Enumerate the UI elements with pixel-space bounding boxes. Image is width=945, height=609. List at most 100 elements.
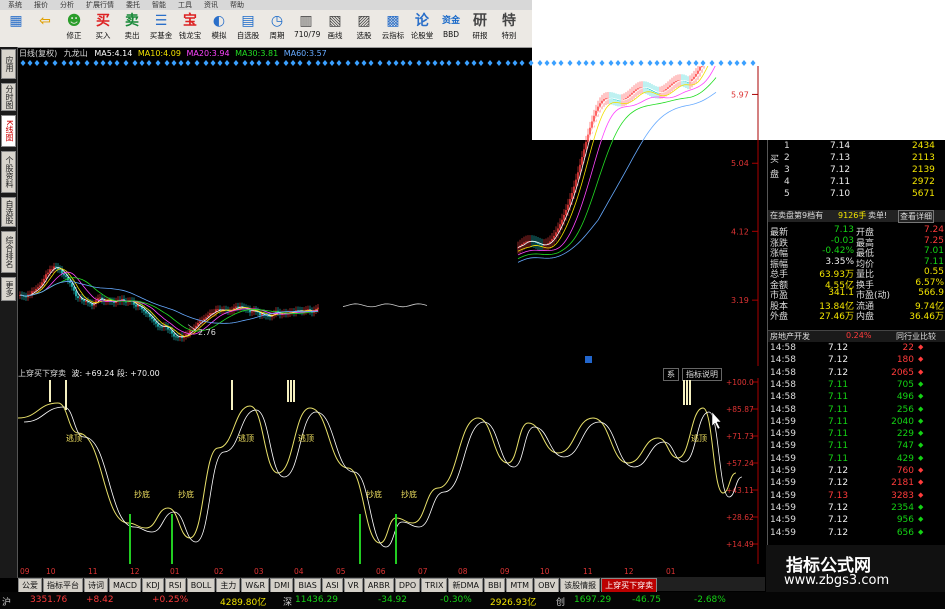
kline-chart[interactable]: 5.97 5.04 4.12 3.19 2.76: [18, 66, 765, 366]
side-tab[interactable]: 综合排名: [1, 231, 16, 273]
indicator-tab[interactable]: DPO: [394, 578, 421, 593]
toolbar-button[interactable]: ▦: [4, 12, 28, 45]
x-axis-label: 01: [170, 567, 180, 576]
candle-body: [579, 164, 581, 173]
arrow-down-icon: ◆: [918, 515, 924, 524]
side-tab[interactable]: 更多: [1, 277, 16, 301]
menu-item[interactable]: 工具: [178, 0, 192, 10]
toolbar-button[interactable]: 论论股堂: [410, 12, 434, 45]
indicator-tab[interactable]: 上穿买下穿卖: [601, 578, 658, 593]
candle-body: [653, 91, 655, 93]
arrow-down-icon: ◆: [918, 416, 924, 425]
indicator-tab[interactable]: TRIX: [421, 578, 448, 593]
side-tab[interactable]: 分时图: [1, 83, 16, 111]
candle-body: [43, 278, 45, 283]
indicator-tab[interactable]: MACD: [109, 578, 141, 593]
tick-volume: 3283: [891, 490, 914, 501]
indicator-tab[interactable]: 主力: [216, 578, 241, 593]
toolbar-button[interactable]: 买买入: [91, 12, 115, 45]
side-tab[interactable]: 自选股: [1, 197, 16, 227]
indicator-tab[interactable]: 新DMA: [448, 578, 484, 593]
toolbar-button[interactable]: ⇦: [33, 12, 57, 45]
toolbar-button[interactable]: 特特别: [497, 12, 521, 45]
order-row: 5 7.10 5671: [768, 189, 945, 200]
ind-axis-label: +28.62: [726, 513, 754, 522]
indicator-tab[interactable]: BBI: [484, 578, 506, 593]
side-tab[interactable]: K线图: [1, 115, 16, 147]
oscillator-line: [18, 402, 737, 544]
tick-price: 7.13: [828, 490, 849, 501]
status-item: -34.92: [378, 595, 408, 605]
indicator-tab[interactable]: VR: [343, 578, 363, 593]
tick-time: 14:58: [770, 355, 796, 366]
toolbar-icon: 卖: [125, 13, 139, 29]
toolbar-button[interactable]: 资金 BBD: [439, 12, 463, 45]
indicator-tab[interactable]: ASI: [321, 578, 343, 593]
indicator-tab[interactable]: 公爱: [18, 578, 42, 593]
toolbar-icon: ▥: [299, 13, 313, 29]
ma-line: [517, 91, 717, 263]
toolbar-icon: 特: [502, 13, 516, 29]
tick-time: 14:59: [770, 527, 796, 538]
toolbar-button[interactable]: 研研报: [468, 12, 492, 45]
candle-body: [567, 204, 569, 211]
candles: [19, 262, 319, 342]
menu-item[interactable]: 分析: [60, 0, 74, 10]
indicator-tab[interactable]: OBV: [534, 578, 560, 593]
x-axis-label: 12: [624, 567, 634, 576]
indicator-tab[interactable]: ARBR: [363, 578, 394, 593]
tick-time: 14:59: [770, 416, 796, 427]
toolbar-button[interactable]: ▧ 画线: [323, 12, 347, 45]
toolbar-button[interactable]: 卖卖出: [120, 12, 144, 45]
ma-line: [19, 277, 319, 332]
side-tab[interactable]: 个股资料: [1, 151, 16, 193]
menu-item[interactable]: 报价: [34, 0, 48, 10]
menu-item[interactable]: 智能: [152, 0, 166, 10]
indicator-tab[interactable]: DMI: [270, 578, 294, 593]
stat-value: 566.9: [918, 288, 944, 298]
menu-item[interactable]: 帮助: [230, 0, 244, 10]
indicator-tab[interactable]: 诗词: [84, 578, 108, 593]
status-item: 11436.29: [295, 595, 338, 605]
tick-price: 7.11: [828, 392, 849, 403]
menu-item[interactable]: 系统: [8, 0, 22, 10]
indicator-tab[interactable]: RSI: [164, 578, 186, 593]
sell-info-link[interactable]: 查看详细: [898, 210, 934, 223]
industry-compare[interactable]: 同行业比较: [896, 331, 936, 342]
ma60-label: MA60:: [283, 49, 309, 58]
toolbar-button[interactable]: ☰ 买基金: [149, 12, 173, 45]
indicator-tab[interactable]: BOLL: [186, 578, 216, 593]
indicator-tab[interactable]: MTM: [506, 578, 534, 593]
candle-body: [199, 321, 201, 323]
tick-price: 7.12: [828, 515, 849, 526]
arrow-up-icon: ◆: [918, 466, 924, 474]
toolbar-button[interactable]: ▩ 云指标: [381, 12, 405, 45]
toolbar-button[interactable]: ▤ 自选股: [236, 12, 260, 45]
menu-item[interactable]: 委托: [126, 0, 140, 10]
toolbar-icon: 买: [96, 13, 110, 29]
toolbar-icon: 研: [473, 13, 487, 29]
toolbar-button[interactable]: 宝钱龙宝: [178, 12, 202, 45]
toolbar-button[interactable]: ◷ 周期: [265, 12, 289, 45]
candle-body: [575, 179, 577, 187]
menu-item[interactable]: 资讯: [204, 0, 218, 10]
indicator-tab[interactable]: KDJ: [141, 578, 164, 593]
indicator-chart[interactable]: +100.0 +85.87 +71.73 +57.24 +43.11 +28.62 +14.…: [18, 378, 765, 564]
side-tab[interactable]: 应用: [1, 49, 16, 79]
menu-item[interactable]: 扩展行情: [86, 0, 114, 10]
candle-body: [177, 336, 179, 338]
indicator-tab[interactable]: BIAS: [294, 578, 321, 593]
toolbar-button[interactable]: ◐ 模拟: [207, 12, 231, 45]
stat-row: 金额 4.55亿 换手 6.57%: [768, 278, 945, 291]
indicator-tab[interactable]: 指标平台: [43, 578, 83, 593]
toolbar-button[interactable]: ☻ 修正: [62, 12, 86, 45]
industry-row: 房地产开发 0.24% 同行业比较: [768, 330, 945, 342]
indicator-tab[interactable]: 该股情报: [560, 578, 601, 593]
x-axis-label: 11: [583, 567, 593, 576]
toolbar-button[interactable]: ▨ 选股: [352, 12, 376, 45]
indicator-tab[interactable]: W&R: [241, 578, 270, 593]
candle-body: [591, 121, 593, 128]
watermark: 指标公式网 www.zbgs3.com: [766, 545, 945, 592]
candle-body: [605, 98, 607, 100]
toolbar-button[interactable]: ▥ 710/79: [294, 12, 320, 45]
